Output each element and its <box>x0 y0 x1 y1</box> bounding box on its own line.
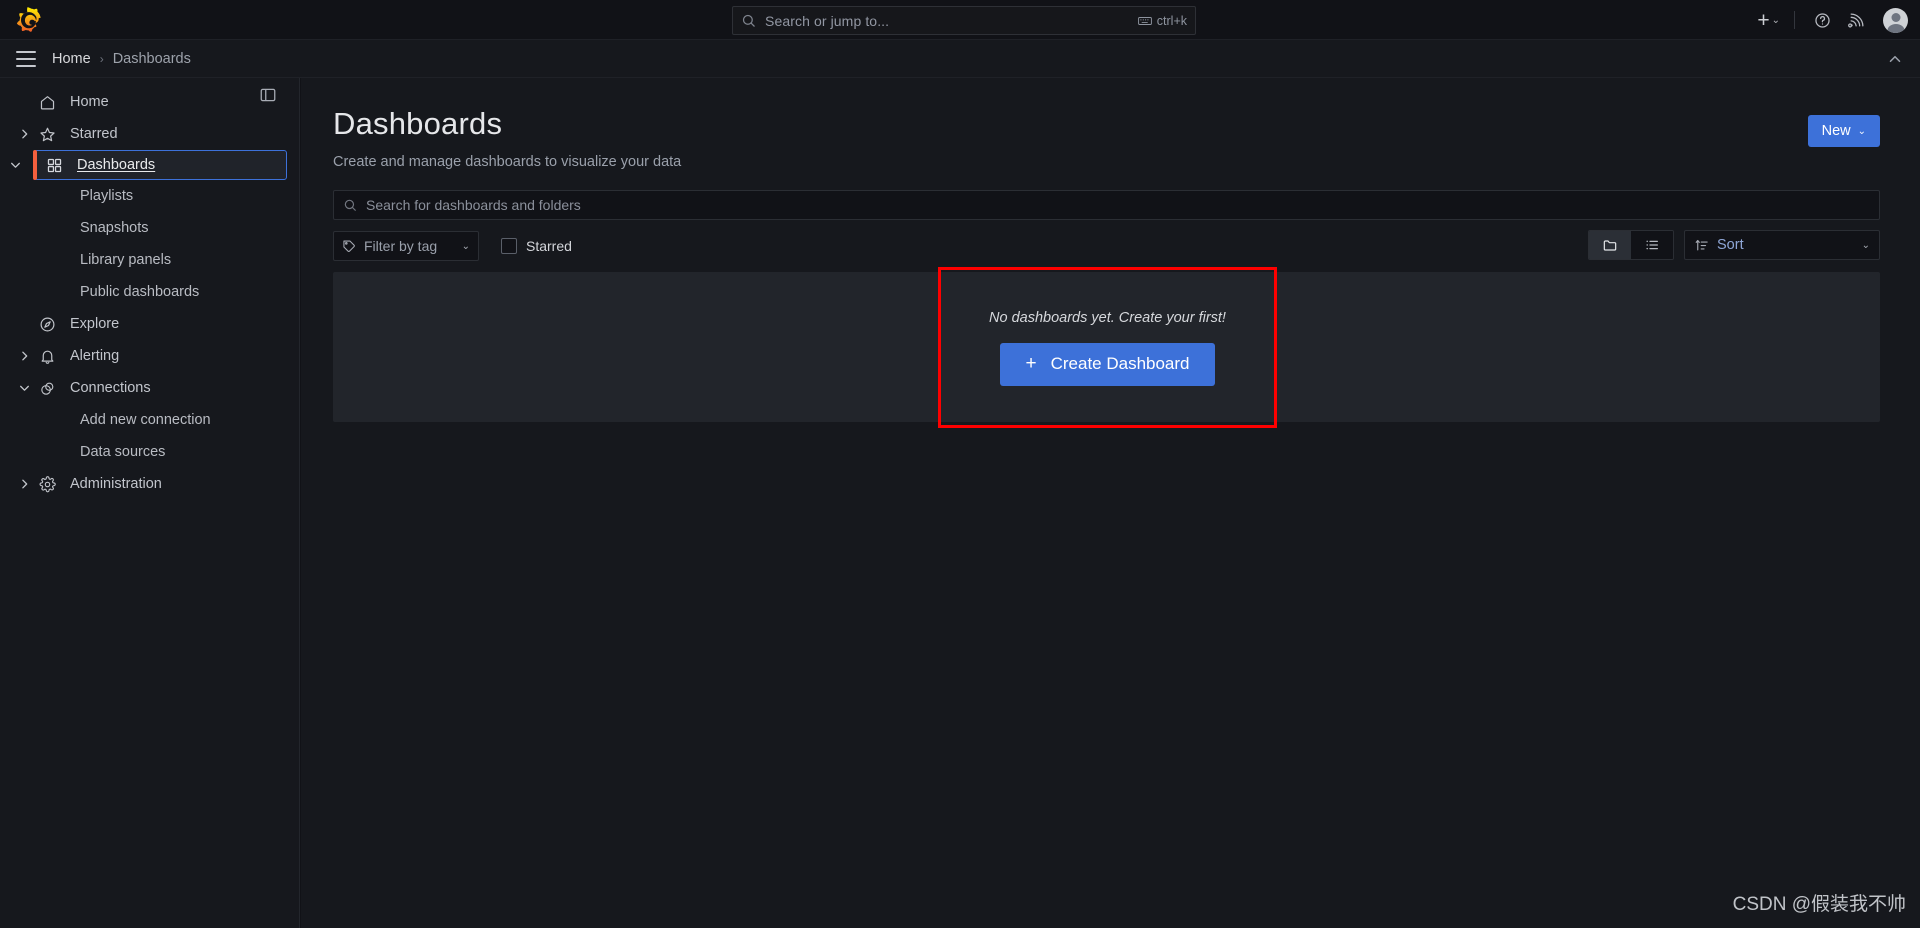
star-icon <box>38 125 56 143</box>
sidebar-item-public-dashboards[interactable]: Public dashboards <box>10 276 289 308</box>
create-dashboard-label: Create Dashboard <box>1050 354 1190 373</box>
breadcrumb-bar: Home › Dashboards <box>0 40 1920 78</box>
sidebar-nav: Home Starred Dashboards Playlists Snapsh… <box>0 78 300 928</box>
main-content: Dashboards Create and manage dashboards … <box>301 78 1920 928</box>
empty-state-message: No dashboards yet. Create your first! <box>989 309 1226 326</box>
compass-icon <box>38 315 56 333</box>
folder-icon <box>1603 240 1617 251</box>
sidebar-item-dashboards[interactable]: Dashboards <box>11 150 287 180</box>
sidebar-item-label: Data sources <box>80 444 166 460</box>
page-title: Dashboards <box>333 106 503 141</box>
sort-label: Sort <box>1717 237 1744 253</box>
list-view-button[interactable] <box>1631 231 1673 259</box>
filter-by-tag-select[interactable]: Filter by tag ⌄ <box>333 231 479 261</box>
search-input[interactable] <box>366 197 1870 213</box>
user-avatar[interactable] <box>1883 7 1908 33</box>
sidebar-item-label: Public dashboards <box>80 284 200 300</box>
bell-icon <box>38 347 56 365</box>
breadcrumb-item-home[interactable]: Home <box>52 51 91 67</box>
sidebar-item-playlists[interactable]: Playlists <box>10 180 289 212</box>
global-search-placeholder: Search or jump to... <box>765 12 890 29</box>
sidebar-item-label: Dashboards <box>77 157 156 173</box>
chevron-down-icon[interactable] <box>18 382 31 395</box>
plus-icon: + <box>1757 8 1770 32</box>
dashboards-grid-icon <box>45 156 63 174</box>
new-menu-button[interactable]: + ⌄ <box>1753 10 1784 31</box>
chevron-right-icon[interactable] <box>18 478 31 491</box>
search-shortcut-text: ctrl+k <box>1156 13 1187 28</box>
folder-view-button[interactable] <box>1589 231 1631 259</box>
sidebar-item-alerting[interactable]: Alerting <box>10 340 289 372</box>
sidebar-item-starred[interactable]: Starred <box>10 118 289 150</box>
chevron-down-icon[interactable] <box>9 159 22 172</box>
sidebar-item-label: Connections <box>70 380 151 396</box>
sidebar-item-label: Playlists <box>80 188 134 204</box>
connections-icon <box>38 379 56 397</box>
chevron-down-icon: ⌄ <box>1857 125 1866 137</box>
watermark: CSDN @假装我不帅 <box>1732 894 1906 915</box>
sidebar-item-data-sources[interactable]: Data sources <box>10 436 289 468</box>
sort-amount-icon <box>1695 239 1708 250</box>
home-icon <box>38 93 56 111</box>
search-icon <box>742 14 755 27</box>
grafana-logo-icon <box>16 6 41 32</box>
sidebar-item-library-panels[interactable]: Library panels <box>10 244 289 276</box>
news-rss-icon <box>1847 12 1864 27</box>
chevron-down-icon: ⌄ <box>1861 239 1870 251</box>
dashboard-search-field[interactable] <box>333 190 1880 220</box>
sidebar-item-label: Explore <box>70 316 120 332</box>
sidebar-item-label: Administration <box>70 476 162 492</box>
tag-icon <box>343 240 355 252</box>
chevron-right-icon[interactable] <box>18 128 31 141</box>
breadcrumb-item-dashboards: Dashboards <box>112 50 191 67</box>
view-mode-toggle <box>1588 230 1674 260</box>
breadcrumb-separator: › <box>99 51 104 66</box>
global-search-button[interactable]: Search or jump to... ctrl+k <box>732 6 1196 35</box>
new-button-label: New <box>1821 123 1851 139</box>
sidebar-item-label: Add new connection <box>80 412 211 428</box>
sidebar-item-add-new-connection[interactable]: Add new connection <box>10 404 289 436</box>
grafana-app: Search or jump to... ctrl+k + ⌄ Home › D… <box>0 0 1920 928</box>
sort-select[interactable]: Sort ⌄ <box>1684 230 1880 260</box>
sidebar-item-explore[interactable]: Explore <box>10 308 289 340</box>
empty-state: No dashboards yet. Create your first! + … <box>938 267 1277 428</box>
gear-icon <box>38 475 56 493</box>
help-button[interactable] <box>1805 3 1839 37</box>
filter-by-tag-label: Filter by tag <box>364 238 438 254</box>
top-bar-actions: + ⌄ <box>1753 0 1908 40</box>
starred-filter-label: Starred <box>526 238 572 254</box>
sidebar-item-administration[interactable]: Administration <box>10 468 289 500</box>
filter-toolbar: Filter by tag ⌄ Starred Sort ⌄ <box>333 230 1880 262</box>
chevron-down-icon: ⌄ <box>461 240 470 252</box>
sidebar-item-snapshots[interactable]: Snapshots <box>10 212 289 244</box>
search-shortcut-badge: ctrl+k <box>1137 13 1187 28</box>
active-indicator-bar <box>33 150 37 180</box>
page-subtitle: Create and manage dashboards to visualiz… <box>333 154 682 170</box>
keyboard-icon <box>1137 16 1152 25</box>
sidebar-item-home[interactable]: Home <box>10 86 289 118</box>
search-icon <box>344 199 356 211</box>
sidebar-item-connections[interactable]: Connections <box>10 372 289 404</box>
plus-icon: + <box>1025 353 1037 374</box>
chevron-up-icon[interactable] <box>1886 50 1904 68</box>
sidebar-item-label: Snapshots <box>80 220 149 236</box>
help-circle-icon <box>1814 12 1830 28</box>
checkbox-box[interactable] <box>501 238 517 254</box>
new-dashboard-button[interactable]: New ⌄ <box>1807 115 1880 147</box>
grafana-logo[interactable] <box>0 0 58 40</box>
create-dashboard-button[interactable]: + Create Dashboard <box>1000 342 1215 386</box>
chevron-down-icon: ⌄ <box>1771 14 1780 26</box>
sidebar-item-label: Alerting <box>70 348 120 364</box>
starred-filter-checkbox[interactable]: Starred <box>501 238 572 254</box>
sidebar-item-label: Home <box>70 94 109 110</box>
news-button[interactable] <box>1839 3 1873 37</box>
top-bar: Search or jump to... ctrl+k + ⌄ <box>0 0 1920 40</box>
hamburger-menu-icon[interactable] <box>16 50 36 67</box>
list-icon <box>1646 240 1658 250</box>
sidebar-item-label: Library panels <box>80 252 172 268</box>
toolbar-divider <box>1794 11 1795 29</box>
sidebar-item-label: Starred <box>70 126 118 142</box>
dashboard-list-panel: No dashboards yet. Create your first! + … <box>333 267 1880 428</box>
chevron-right-icon[interactable] <box>18 350 31 363</box>
